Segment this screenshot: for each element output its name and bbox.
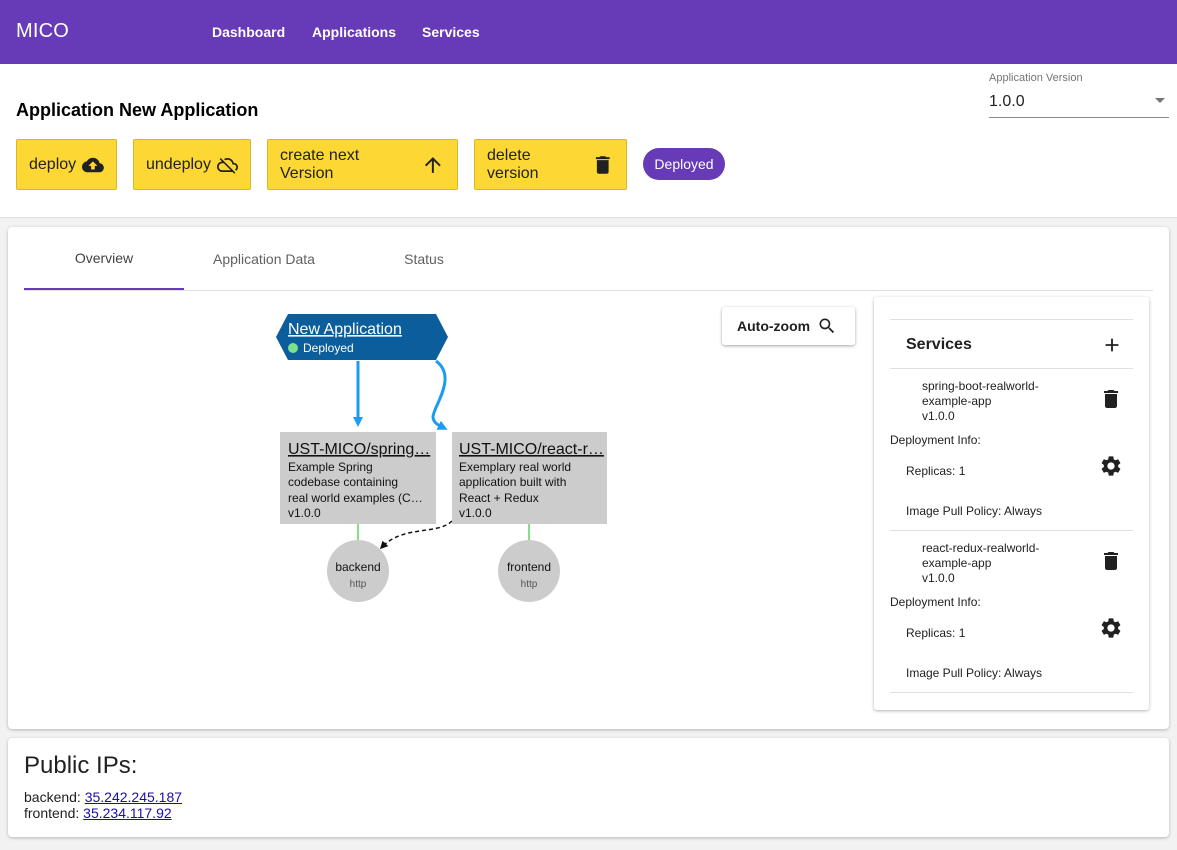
arrow-up-icon xyxy=(425,156,442,173)
service-node-spring[interactable]: UST-MICO/spring… Example Spring codebase… xyxy=(280,432,436,524)
trash-icon xyxy=(595,155,610,174)
services-panel-title: Services xyxy=(906,336,972,353)
ip-row-frontend: frontend: 35.234.117.92 xyxy=(24,805,172,821)
graph-edge-react xyxy=(431,359,448,430)
app-node-title[interactable]: New Application xyxy=(288,321,402,338)
service-node-react-desc-3: React + Redux xyxy=(459,491,539,505)
service-node-spring-title[interactable]: UST-MICO/spring… xyxy=(288,441,430,458)
divider xyxy=(890,692,1133,693)
service-node-spring-version: v1.0.0 xyxy=(288,506,321,520)
tab-bar: Overview Application Data Status xyxy=(24,227,1153,291)
auto-zoom-label: Auto-zoom xyxy=(737,318,811,334)
ip-link-frontend[interactable]: 35.234.117.92 xyxy=(83,805,172,821)
interface-node-backend[interactable]: backend http xyxy=(327,540,389,602)
services-panel: Services spring-boot-realworld- example-… xyxy=(874,297,1149,710)
service-node-spring-desc-2: codebase containing xyxy=(288,475,398,489)
gear-icon[interactable] xyxy=(1099,454,1123,478)
service-node-react[interactable]: UST-MICO/react-r… Exemplary real world a… xyxy=(452,432,607,524)
delete-version-label: delete version xyxy=(487,146,539,182)
ip-label-backend: backend: xyxy=(24,789,81,805)
ip-row-backend: backend: 35.242.245.187 xyxy=(24,789,182,805)
delete-version-button[interactable]: delete version xyxy=(474,139,627,190)
overview-card: Overview Application Data Status New App… xyxy=(8,227,1169,729)
pull-policy-text: Image Pull Policy: Always xyxy=(906,504,1043,518)
nav-services[interactable]: Services xyxy=(422,24,480,40)
undeploy-button-label: undeploy xyxy=(146,155,211,173)
nav-applications[interactable]: Applications xyxy=(312,24,396,40)
deploy-button[interactable]: deploy xyxy=(16,139,117,190)
service-name-line-1: spring-boot-realworld- xyxy=(922,379,1039,393)
replicas-text: Replicas: 1 xyxy=(906,464,966,478)
graph-canvas[interactable]: New Application Deployed UST-MICO/spring… xyxy=(8,297,868,717)
application-header: Application New Application Application … xyxy=(0,64,1177,218)
delete-service-icon[interactable] xyxy=(1099,549,1123,573)
cloud-upload-icon xyxy=(82,157,104,172)
service-list-item: spring-boot-realworld- example-app v1.0.… xyxy=(890,377,1133,532)
interface-frontend-name: frontend xyxy=(507,560,551,574)
interface-frontend-protocol: http xyxy=(521,579,538,590)
search-icon xyxy=(819,318,835,334)
service-node-spring-desc-3: real world examples (C… xyxy=(288,491,423,505)
divider xyxy=(890,530,1133,531)
undeploy-button[interactable]: undeploy xyxy=(133,139,251,190)
service-node-react-title[interactable]: UST-MICO/react-r… xyxy=(459,441,604,458)
deploy-button-label: deploy xyxy=(29,155,77,173)
services-panel-header: Services xyxy=(890,319,1133,369)
ip-label-frontend: frontend: xyxy=(24,805,80,821)
service-list-item: react-redux-realworld- example-app v1.0.… xyxy=(890,539,1133,694)
page-title: Application New Application xyxy=(16,100,259,120)
interface-backend-protocol: http xyxy=(350,579,367,590)
delete-service-icon[interactable] xyxy=(1099,387,1123,411)
ip-link-backend[interactable]: 35.242.245.187 xyxy=(85,789,182,805)
service-node-react-desc-2: application built with xyxy=(459,475,566,489)
public-ips-title: Public IPs: xyxy=(24,752,138,779)
version-select-value: 1.0.0 xyxy=(989,93,1025,110)
top-app-bar: MICO Dashboard Applications Services xyxy=(0,0,1177,64)
create-next-version-label: create next Version xyxy=(280,146,360,182)
cloud-off-icon xyxy=(216,157,238,174)
tab-overview[interactable]: Overview xyxy=(24,227,184,290)
pull-policy-text: Image Pull Policy: Always xyxy=(906,666,1043,680)
service-version: v1.0.0 xyxy=(922,571,955,585)
dropdown-arrow-icon xyxy=(1155,98,1165,103)
version-select[interactable]: Application Version 1.0.0 xyxy=(989,72,1169,118)
service-name-line-2: example-app xyxy=(922,556,992,570)
service-node-spring-desc-1: Example Spring xyxy=(288,460,373,474)
public-ips-card: Public IPs: backend: 35.242.245.187 fron… xyxy=(8,738,1169,837)
status-badge: Deployed xyxy=(643,148,725,180)
gear-icon[interactable] xyxy=(1099,616,1123,640)
service-name-line-2: example-app xyxy=(922,394,992,408)
nav-dashboard[interactable]: Dashboard xyxy=(212,24,285,40)
tab-application-data[interactable]: Application Data xyxy=(184,227,344,290)
interface-node-frontend[interactable]: frontend http xyxy=(498,540,560,602)
service-name-line-1: react-redux-realworld- xyxy=(922,541,1040,555)
graph-edge-dependency xyxy=(379,520,453,550)
application-graph[interactable]: New Application Deployed UST-MICO/spring… xyxy=(8,297,868,717)
add-service-icon[interactable] xyxy=(1101,334,1123,356)
status-dot-icon xyxy=(288,343,298,353)
auto-zoom-button[interactable]: Auto-zoom xyxy=(722,307,855,345)
create-next-version-button[interactable]: create next Version xyxy=(267,139,458,190)
deployment-info-label: Deployment Info: xyxy=(890,595,981,609)
deployment-info-label: Deployment Info: xyxy=(890,433,981,447)
app-node-status: Deployed xyxy=(303,341,354,355)
tab-status[interactable]: Status xyxy=(344,227,504,290)
service-node-react-desc-1: Exemplary real world xyxy=(459,460,571,474)
interface-backend-name: backend xyxy=(335,560,380,574)
service-version: v1.0.0 xyxy=(922,409,955,423)
brand-logo[interactable]: MICO xyxy=(16,20,69,43)
service-node-react-version: v1.0.0 xyxy=(459,506,492,520)
replicas-text: Replicas: 1 xyxy=(906,626,966,640)
version-select-label: Application Version xyxy=(989,72,1083,84)
app-node[interactable]: New Application Deployed xyxy=(276,314,448,360)
